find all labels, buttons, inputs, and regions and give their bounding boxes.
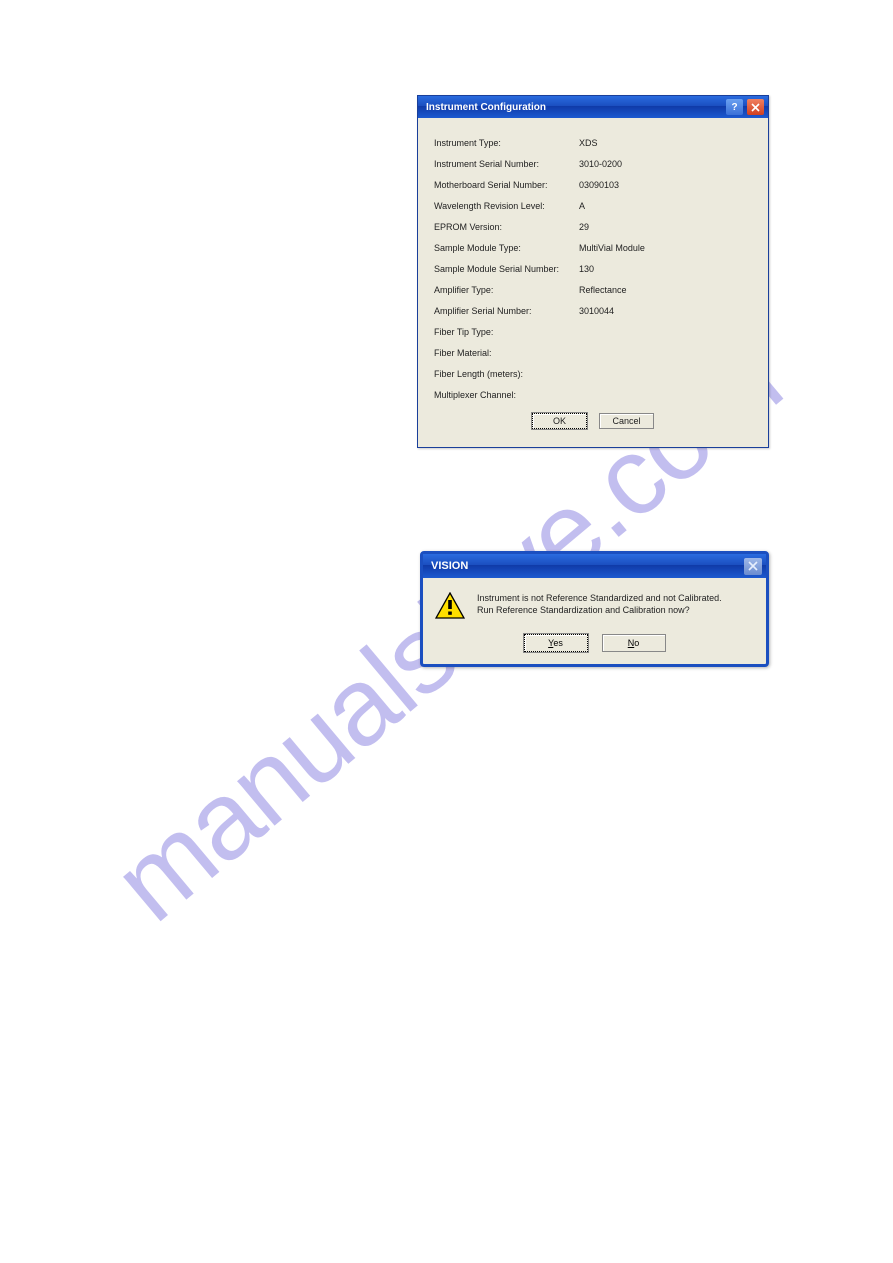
field-label: Wavelength Revision Level:: [434, 201, 579, 211]
config-row: EPROM Version:29: [434, 216, 752, 237]
field-value: 29: [579, 222, 752, 232]
config-row: Wavelength Revision Level:A: [434, 195, 752, 216]
field-label: Motherboard Serial Number:: [434, 180, 579, 190]
dialog-button-row: OK Cancel: [434, 407, 752, 435]
field-label: Amplifier Type:: [434, 285, 579, 295]
field-label: EPROM Version:: [434, 222, 579, 232]
config-row: Fiber Length (meters):: [434, 363, 752, 384]
field-value: 3010-0200: [579, 159, 752, 169]
close-button[interactable]: [747, 99, 764, 115]
field-label: Fiber Length (meters):: [434, 369, 579, 379]
config-row: Amplifier Serial Number:3010044: [434, 300, 752, 321]
field-value: MultiVial Module: [579, 243, 752, 253]
field-label: Instrument Type:: [434, 138, 579, 148]
field-value: 3010044: [579, 306, 752, 316]
close-icon: [751, 103, 760, 112]
message-line2: Run Reference Standardization and Calibr…: [477, 604, 756, 616]
config-row: Instrument Serial Number:3010-0200: [434, 153, 752, 174]
dialog-title: VISION: [431, 560, 744, 572]
config-row: Amplifier Type:Reflectance: [434, 279, 752, 300]
field-value: 130: [579, 264, 752, 274]
config-row: Sample Module Type:MultiVial Module: [434, 237, 752, 258]
close-icon: [748, 561, 758, 571]
dialog-titlebar[interactable]: Instrument Configuration ?: [418, 96, 768, 118]
no-button[interactable]: No: [602, 634, 666, 652]
field-label: Fiber Tip Type:: [434, 327, 579, 337]
close-button[interactable]: [744, 558, 762, 575]
field-value: A: [579, 201, 752, 211]
field-label: Sample Module Type:: [434, 243, 579, 253]
message-text: Instrument is not Reference Standardized…: [477, 592, 756, 620]
dialog-button-row: Yes No: [423, 626, 766, 664]
dialog-title: Instrument Configuration: [426, 102, 722, 113]
dialog-body: Instrument Type:XDS Instrument Serial Nu…: [418, 118, 768, 447]
message-body: Instrument is not Reference Standardized…: [423, 578, 766, 626]
field-value: Reflectance: [579, 285, 752, 295]
field-label: Fiber Material:: [434, 348, 579, 358]
config-row: Fiber Material:: [434, 342, 752, 363]
yes-button[interactable]: Yes: [524, 634, 588, 652]
config-row: Instrument Type:XDS: [434, 132, 752, 153]
config-row: Multiplexer Channel:: [434, 384, 752, 405]
help-button[interactable]: ?: [726, 99, 743, 115]
instrument-config-dialog: Instrument Configuration ? Instrument Ty…: [417, 95, 769, 448]
cancel-button[interactable]: Cancel: [599, 413, 654, 429]
field-value: 03090103: [579, 180, 752, 190]
config-row: Fiber Tip Type:: [434, 321, 752, 342]
dialog-titlebar[interactable]: VISION: [423, 554, 766, 578]
warning-icon: [435, 592, 465, 620]
config-row: Motherboard Serial Number:03090103: [434, 174, 752, 195]
field-label: Sample Module Serial Number:: [434, 264, 579, 274]
field-label: Multiplexer Channel:: [434, 390, 579, 400]
field-label: Amplifier Serial Number:: [434, 306, 579, 316]
field-value: XDS: [579, 138, 752, 148]
ok-button[interactable]: OK: [532, 413, 587, 429]
message-line1: Instrument is not Reference Standardized…: [477, 592, 756, 604]
config-row: Sample Module Serial Number:130: [434, 258, 752, 279]
field-label: Instrument Serial Number:: [434, 159, 579, 169]
vision-message-dialog: VISION Instrument is not Reference Stand…: [420, 551, 769, 667]
